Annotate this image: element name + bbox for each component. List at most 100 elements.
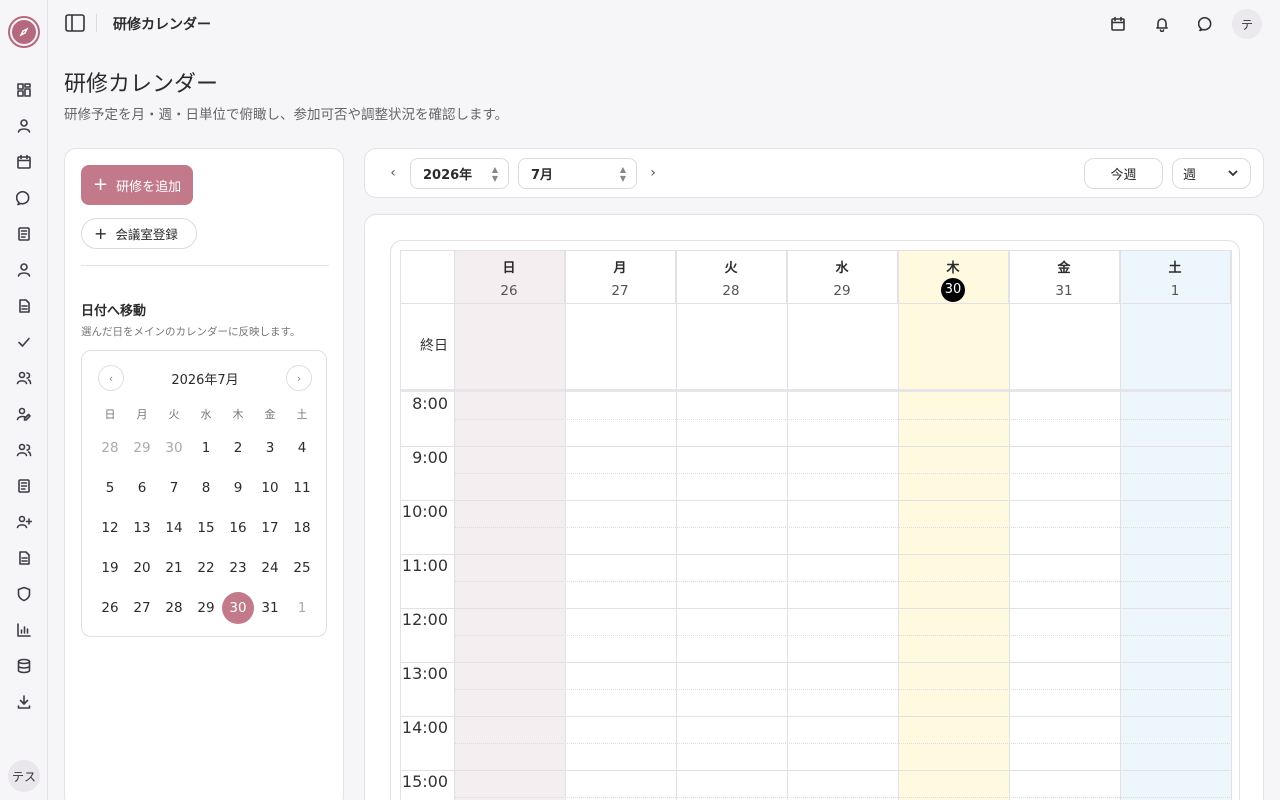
- file-text-icon[interactable]: [14, 296, 34, 316]
- jump-to-date-subtitle: 選んだ日をメインのカレンダーに反映します。: [81, 326, 301, 338]
- rail-user-avatar[interactable]: テス: [8, 760, 40, 792]
- mini-day[interactable]: 2: [222, 432, 254, 464]
- bell-icon[interactable]: [1152, 14, 1172, 34]
- add-training-button[interactable]: + 研修を追加: [81, 165, 193, 205]
- next-period-button[interactable]: ›: [643, 162, 663, 184]
- mini-weekday-label: 日: [104, 408, 116, 421]
- users-icon[interactable]: [14, 368, 34, 388]
- sidebar-toggle-icon[interactable]: [64, 12, 86, 34]
- person-icon[interactable]: [14, 260, 34, 280]
- next-month-button[interactable]: ›: [286, 365, 312, 391]
- this-week-button[interactable]: 今週: [1084, 158, 1163, 189]
- mini-day[interactable]: 17: [254, 512, 286, 544]
- top-bar: 研修カレンダー テ: [48, 0, 1280, 48]
- mini-day[interactable]: 26: [94, 592, 126, 624]
- check-icon[interactable]: [14, 332, 34, 352]
- mini-day[interactable]: 1: [286, 592, 318, 624]
- mini-day[interactable]: 1: [190, 432, 222, 464]
- mini-calendar: ‹ 2026年7月 › 日月火水木金土 28 29 30 1 2 3 4 5 6 7 8 9 10 11 12…: [81, 350, 327, 637]
- mini-day[interactable]: 12: [94, 512, 126, 544]
- dashboard-icon[interactable]: [14, 80, 34, 100]
- user-plus-icon[interactable]: [14, 512, 34, 532]
- user-icon[interactable]: [14, 116, 34, 136]
- mini-day[interactable]: 4: [286, 432, 318, 464]
- notebook-icon[interactable]: [14, 476, 34, 496]
- mini-day[interactable]: 6: [126, 472, 158, 504]
- mini-day[interactable]: 28: [158, 592, 190, 624]
- view-value: 週: [1183, 168, 1197, 183]
- add-training-label: 研修を追加: [116, 179, 182, 195]
- month-value: 7月: [531, 168, 554, 183]
- mini-day[interactable]: 16: [222, 512, 254, 544]
- updown-icon: ▲ ▼: [491, 165, 498, 183]
- register-room-button[interactable]: + 会議室登録: [81, 218, 197, 249]
- chat-icon[interactable]: [14, 188, 34, 208]
- mini-day[interactable]: 13: [126, 512, 158, 544]
- bar-chart-icon[interactable]: [14, 620, 34, 640]
- mini-day[interactable]: 31: [254, 592, 286, 624]
- team-icon[interactable]: [14, 440, 34, 460]
- month-select[interactable]: 7月 ▲ ▼: [518, 158, 637, 189]
- calendar-frame: 日 26 月 27 火 28 水 29 木 30 金 31 土 1 終日 8:00 9:00 10:00 11:00…: [390, 240, 1240, 800]
- mini-day[interactable]: 22: [190, 552, 222, 584]
- calendar-icon[interactable]: [14, 152, 34, 172]
- mini-day[interactable]: 19: [94, 552, 126, 584]
- mini-day[interactable]: 21: [158, 552, 190, 584]
- mini-day[interactable]: 15: [190, 512, 222, 544]
- top-bar-title: 研修カレンダー: [113, 17, 211, 33]
- mini-day[interactable]: 5: [94, 472, 126, 504]
- updown-icon: ▲ ▼: [619, 165, 626, 183]
- chevron-down-icon: [1226, 166, 1240, 180]
- report-icon[interactable]: [14, 548, 34, 568]
- mini-day[interactable]: 14: [158, 512, 190, 544]
- plus-icon: +: [93, 174, 109, 195]
- prev-period-button[interactable]: ‹: [383, 162, 403, 184]
- shield-icon[interactable]: [14, 584, 34, 604]
- view-select[interactable]: 週: [1172, 158, 1251, 189]
- mini-day[interactable]: 20: [126, 552, 158, 584]
- year-select[interactable]: 2026年 ▲ ▼: [410, 158, 509, 189]
- mini-weekday-label: 火: [168, 408, 180, 421]
- mini-weekday-label: 水: [200, 408, 212, 421]
- mini-day[interactable]: 29: [126, 432, 158, 464]
- icon-rail: テス: [0, 0, 48, 800]
- mini-day-selected[interactable]: 30: [222, 592, 254, 624]
- mini-day[interactable]: 29: [190, 592, 222, 624]
- document-icon[interactable]: [14, 224, 34, 244]
- page-subtitle: 研修予定を月・週・日単位で俯瞰し、参加可否や調整状況を確認します。: [64, 107, 509, 123]
- download-icon[interactable]: [14, 692, 34, 712]
- mini-day[interactable]: 23: [222, 552, 254, 584]
- mini-day[interactable]: 28: [94, 432, 126, 464]
- mini-day[interactable]: 27: [126, 592, 158, 624]
- compass-icon[interactable]: [8, 16, 40, 48]
- mini-day[interactable]: 7: [158, 472, 190, 504]
- mini-day[interactable]: 24: [254, 552, 286, 584]
- mini-day[interactable]: 11: [286, 472, 318, 504]
- mini-weekday-label: 金: [264, 408, 276, 421]
- top-divider: [96, 14, 97, 32]
- mini-day[interactable]: 30: [158, 432, 190, 464]
- register-room-label: 会議室登録: [115, 227, 178, 242]
- calendar-toolbar: ‹ 2026年 ▲ ▼ 7月 ▲ ▼ › 今週 週: [364, 148, 1264, 198]
- divider: [81, 265, 329, 266]
- user-avatar[interactable]: テ: [1232, 9, 1262, 39]
- mini-weekday-label: 土: [296, 408, 308, 421]
- user-edit-icon[interactable]: [14, 404, 34, 424]
- chat-icon[interactable]: [1196, 14, 1216, 34]
- mini-day[interactable]: 25: [286, 552, 318, 584]
- mini-weekday-label: 木: [232, 408, 244, 421]
- calendar-icon[interactable]: [1108, 14, 1128, 34]
- database-icon[interactable]: [14, 656, 34, 676]
- mini-day[interactable]: 3: [254, 432, 286, 464]
- jump-to-date-title: 日付へ移動: [81, 304, 147, 319]
- mini-day[interactable]: 9: [222, 472, 254, 504]
- mini-day[interactable]: 18: [286, 512, 318, 544]
- mini-day[interactable]: 10: [254, 472, 286, 504]
- calendar-panel: 日 26 月 27 火 28 水 29 木 30 金 31 土 1 終日 8:00 9:00 10:00 11:00…: [364, 214, 1264, 800]
- chevron-right-icon: ›: [650, 165, 656, 181]
- left-panel: + 研修を追加 + 会議室登録 日付へ移動 選んだ日をメインのカレンダーに反映し…: [64, 148, 344, 800]
- plus-icon: +: [94, 223, 108, 243]
- mini-day[interactable]: 8: [190, 472, 222, 504]
- year-value: 2026年: [423, 168, 473, 183]
- mini-weekday-label: 月: [136, 408, 148, 421]
